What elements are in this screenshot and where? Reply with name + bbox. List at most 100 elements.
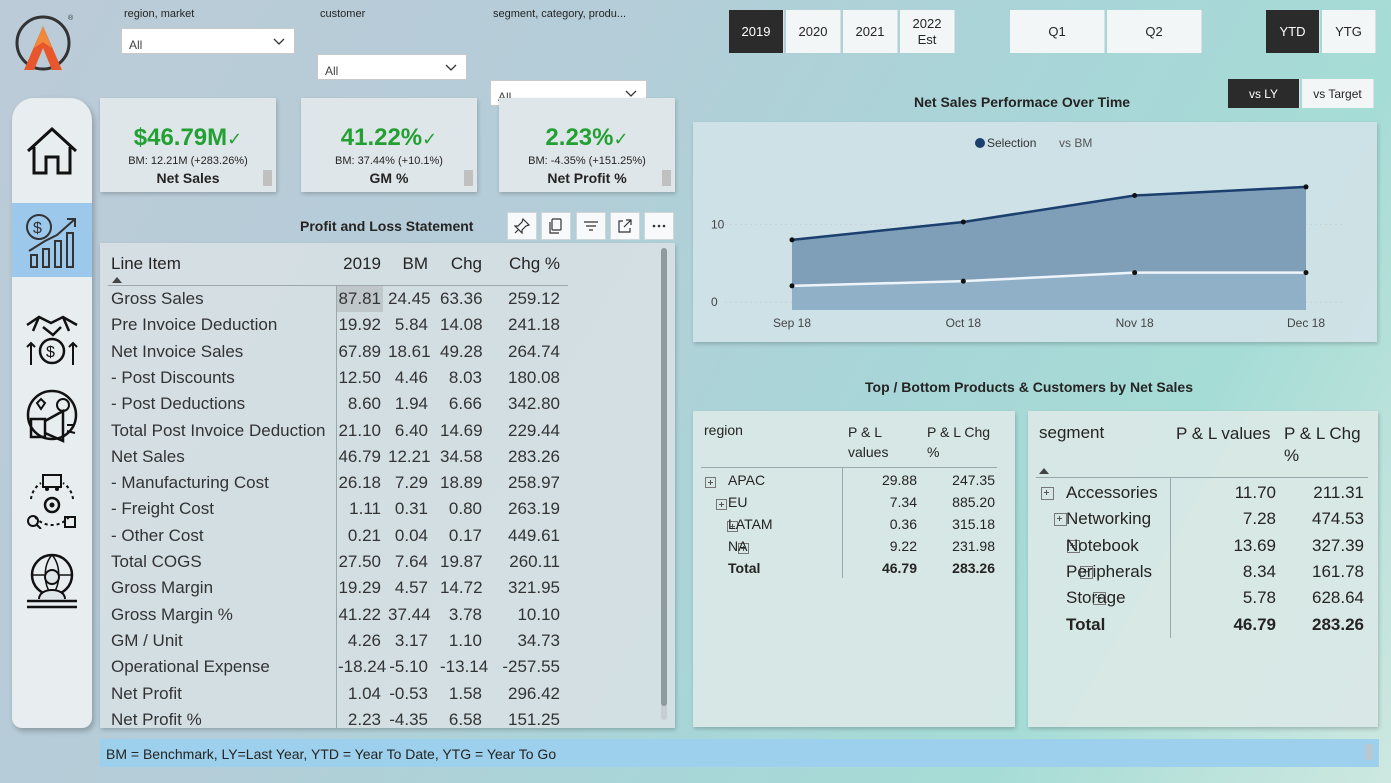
ytg-button[interactable]: YTG	[1322, 10, 1376, 53]
vs-target-button[interactable]: vs Target	[1302, 79, 1374, 108]
card-scroll-indicator	[464, 170, 473, 186]
vs-ly-button[interactable]: vs LY	[1228, 79, 1300, 108]
column-header-segment[interactable]: segment	[1039, 423, 1104, 443]
kpi-card-net-sales[interactable]: $46.79M✓ BM: 12.21M (+283.26%) Net Sales	[100, 98, 276, 192]
row-label[interactable]: Notebook	[1066, 536, 1139, 556]
region-table[interactable]: region P & L values P & L Chg % APAC 29.8…	[693, 411, 1015, 727]
row-label[interactable]: NA	[728, 538, 747, 554]
value-cell: 628.64	[1312, 588, 1364, 608]
table-row[interactable]: - Other Cost 0.21 0.04 0.17 449.61	[111, 526, 571, 552]
row-label[interactable]: Accessories	[1066, 483, 1158, 503]
table-row[interactable]: Total Post Invoice Deduction 21.10 6.40 14.…	[111, 421, 571, 447]
line-item-cell: GM / Unit	[111, 630, 183, 650]
column-header-pl-values[interactable]: P & L values	[1176, 423, 1276, 445]
scrollbar-track[interactable]	[661, 248, 667, 720]
column-header-pl-values[interactable]: P & L values	[848, 422, 908, 462]
bm-point[interactable]	[1132, 270, 1138, 276]
year-button-2022-est[interactable]: 2022 Est	[900, 10, 955, 53]
table-row[interactable]: - Post Discounts 12.50 4.46 8.03 180.08	[111, 368, 571, 394]
value-cell: 0.36	[889, 516, 917, 532]
total-label: Total	[728, 560, 761, 576]
total-value: 46.79	[881, 560, 917, 576]
year-button-2020[interactable]: 2020	[786, 10, 841, 53]
nav-executive[interactable]	[12, 545, 92, 619]
kpi-card-gm-percent[interactable]: 41.22%✓ BM: 37.44% (+10.1%) GM %	[301, 98, 477, 192]
column-header-line-item[interactable]: Line Item	[111, 254, 181, 274]
year-button-2021[interactable]: 2021	[843, 10, 898, 53]
quarter-button-q2[interactable]: Q2	[1107, 10, 1202, 53]
pin-visual-button[interactable]	[507, 212, 537, 240]
customer-dropdown[interactable]: All	[317, 54, 467, 80]
column-header-region[interactable]: region	[704, 422, 743, 438]
net-sales-chart[interactable]: Selection vs BM 0 10 Sep 18 Oct 18 Nov 18 Dec…	[693, 122, 1377, 342]
row-label[interactable]: Networking	[1066, 509, 1151, 529]
expand-plus-icon[interactable]	[705, 477, 716, 488]
column-header-pl-chg[interactable]: P & L Chg %	[927, 422, 997, 462]
quarter-button-q1[interactable]: Q1	[1010, 10, 1105, 53]
table-row[interactable]: Net Profit % 2.23 -4.35 6.58 151.25	[111, 710, 571, 728]
table-row[interactable]: Gross Margin 19.29 4.57 14.72 321.95	[111, 578, 571, 604]
copy-visual-button[interactable]	[541, 212, 571, 240]
expand-plus-icon[interactable]	[1041, 487, 1054, 500]
table-row[interactable]: Net Sales 46.79 12.21 34.58 283.26	[111, 447, 571, 473]
nav-home[interactable]	[12, 114, 92, 188]
selection-point[interactable]	[1132, 192, 1138, 198]
focus-mode-button[interactable]	[610, 212, 640, 240]
column-header-bm[interactable]: BM	[388, 254, 429, 274]
table-row[interactable]: - Freight Cost 1.11 0.31 0.80 263.19	[111, 499, 571, 525]
column-header-chg-percent[interactable]: Chg %	[498, 254, 560, 274]
column-header-pl-chg[interactable]: P & L Chg %	[1284, 423, 1372, 467]
home-icon	[26, 126, 78, 175]
row-label[interactable]: Storage	[1066, 588, 1126, 608]
filter-visual-button[interactable]	[576, 212, 606, 240]
selection-point[interactable]	[789, 237, 795, 243]
nav-finance[interactable]: $	[12, 203, 92, 277]
table-row[interactable]: Pre Invoice Deduction 19.92 5.84 14.08 241.1…	[111, 315, 571, 341]
value-cell: 180.08	[508, 367, 560, 387]
table-row[interactable]: - Manufacturing Cost 26.18 7.29 18.89 258.97	[111, 473, 571, 499]
table-row[interactable]: GM / Unit 4.26 3.17 1.10 34.73	[111, 631, 571, 657]
value-cell: 0.17	[448, 525, 482, 545]
table-row[interactable]: Gross Margin % 41.22 37.44 3.78 10.10	[111, 605, 571, 631]
kpi-label: Net Sales	[156, 170, 220, 186]
pl-table[interactable]: Line Item 2019 BM Chg Chg % Gross Sales 8…	[100, 243, 675, 728]
year-button-2019[interactable]: 2019	[729, 10, 784, 53]
kpi-card-net-profit-percent[interactable]: 2.23%✓ BM: -4.35% (+151.25%) Net Profit …	[499, 98, 675, 192]
column-header-2019[interactable]: 2019	[338, 254, 381, 274]
value-cell: 7.34	[889, 494, 917, 510]
value-cell: 34.58	[440, 446, 483, 466]
row-label[interactable]: APAC	[728, 472, 765, 488]
value-cell: 258.97	[508, 473, 560, 493]
expand-plus-icon[interactable]	[716, 499, 727, 510]
table-row[interactable]: Net Profit 1.04 -0.53 1.58 296.42	[111, 684, 571, 710]
selection-point[interactable]	[960, 219, 966, 225]
selection-point[interactable]	[1303, 184, 1309, 190]
kpi-value: $46.79M	[133, 124, 228, 151]
table-row[interactable]: Total COGS 27.50 7.64 19.87 260.11	[111, 552, 571, 578]
column-header-chg[interactable]: Chg	[440, 254, 482, 274]
bm-point[interactable]	[960, 278, 966, 284]
table-row[interactable]: - Post Deductions 8.60 1.94 6.66 342.80	[111, 394, 571, 420]
total-value: 283.26	[1312, 614, 1364, 634]
row-label[interactable]: EU	[728, 494, 747, 510]
line-item-cell: Gross Margin	[111, 578, 214, 598]
value-cell: 151.25	[508, 709, 560, 728]
nav-sales[interactable]: $	[12, 301, 92, 375]
value-cell: -18.24	[338, 657, 387, 677]
table-row[interactable]: Operational Expense -18.24 -5.10 -13.14 -257…	[111, 657, 571, 683]
bm-point[interactable]	[789, 283, 795, 289]
value-cell: 449.61	[508, 525, 560, 545]
value-cell: 3.78	[448, 604, 482, 624]
table-row[interactable]: Gross Sales 87.81 24.45 63.36 259.12	[111, 286, 571, 315]
ytd-button[interactable]: YTD	[1266, 10, 1320, 53]
table-row[interactable]: Net Invoice Sales 67.89 18.61 49.28 264.74	[111, 342, 571, 368]
nav-supply-chain[interactable]	[12, 463, 92, 537]
region-dropdown[interactable]: All	[121, 28, 295, 54]
row-label[interactable]: Peripherals	[1066, 562, 1152, 582]
segment-table[interactable]: segment P & L values P & L Chg % Accesso…	[1028, 411, 1378, 727]
scrollbar-thumb[interactable]	[661, 248, 667, 706]
nav-marketing[interactable]	[12, 381, 92, 455]
row-label[interactable]: LATAM	[728, 516, 773, 532]
more-options-button[interactable]	[644, 212, 674, 240]
bm-point[interactable]	[1303, 270, 1309, 276]
